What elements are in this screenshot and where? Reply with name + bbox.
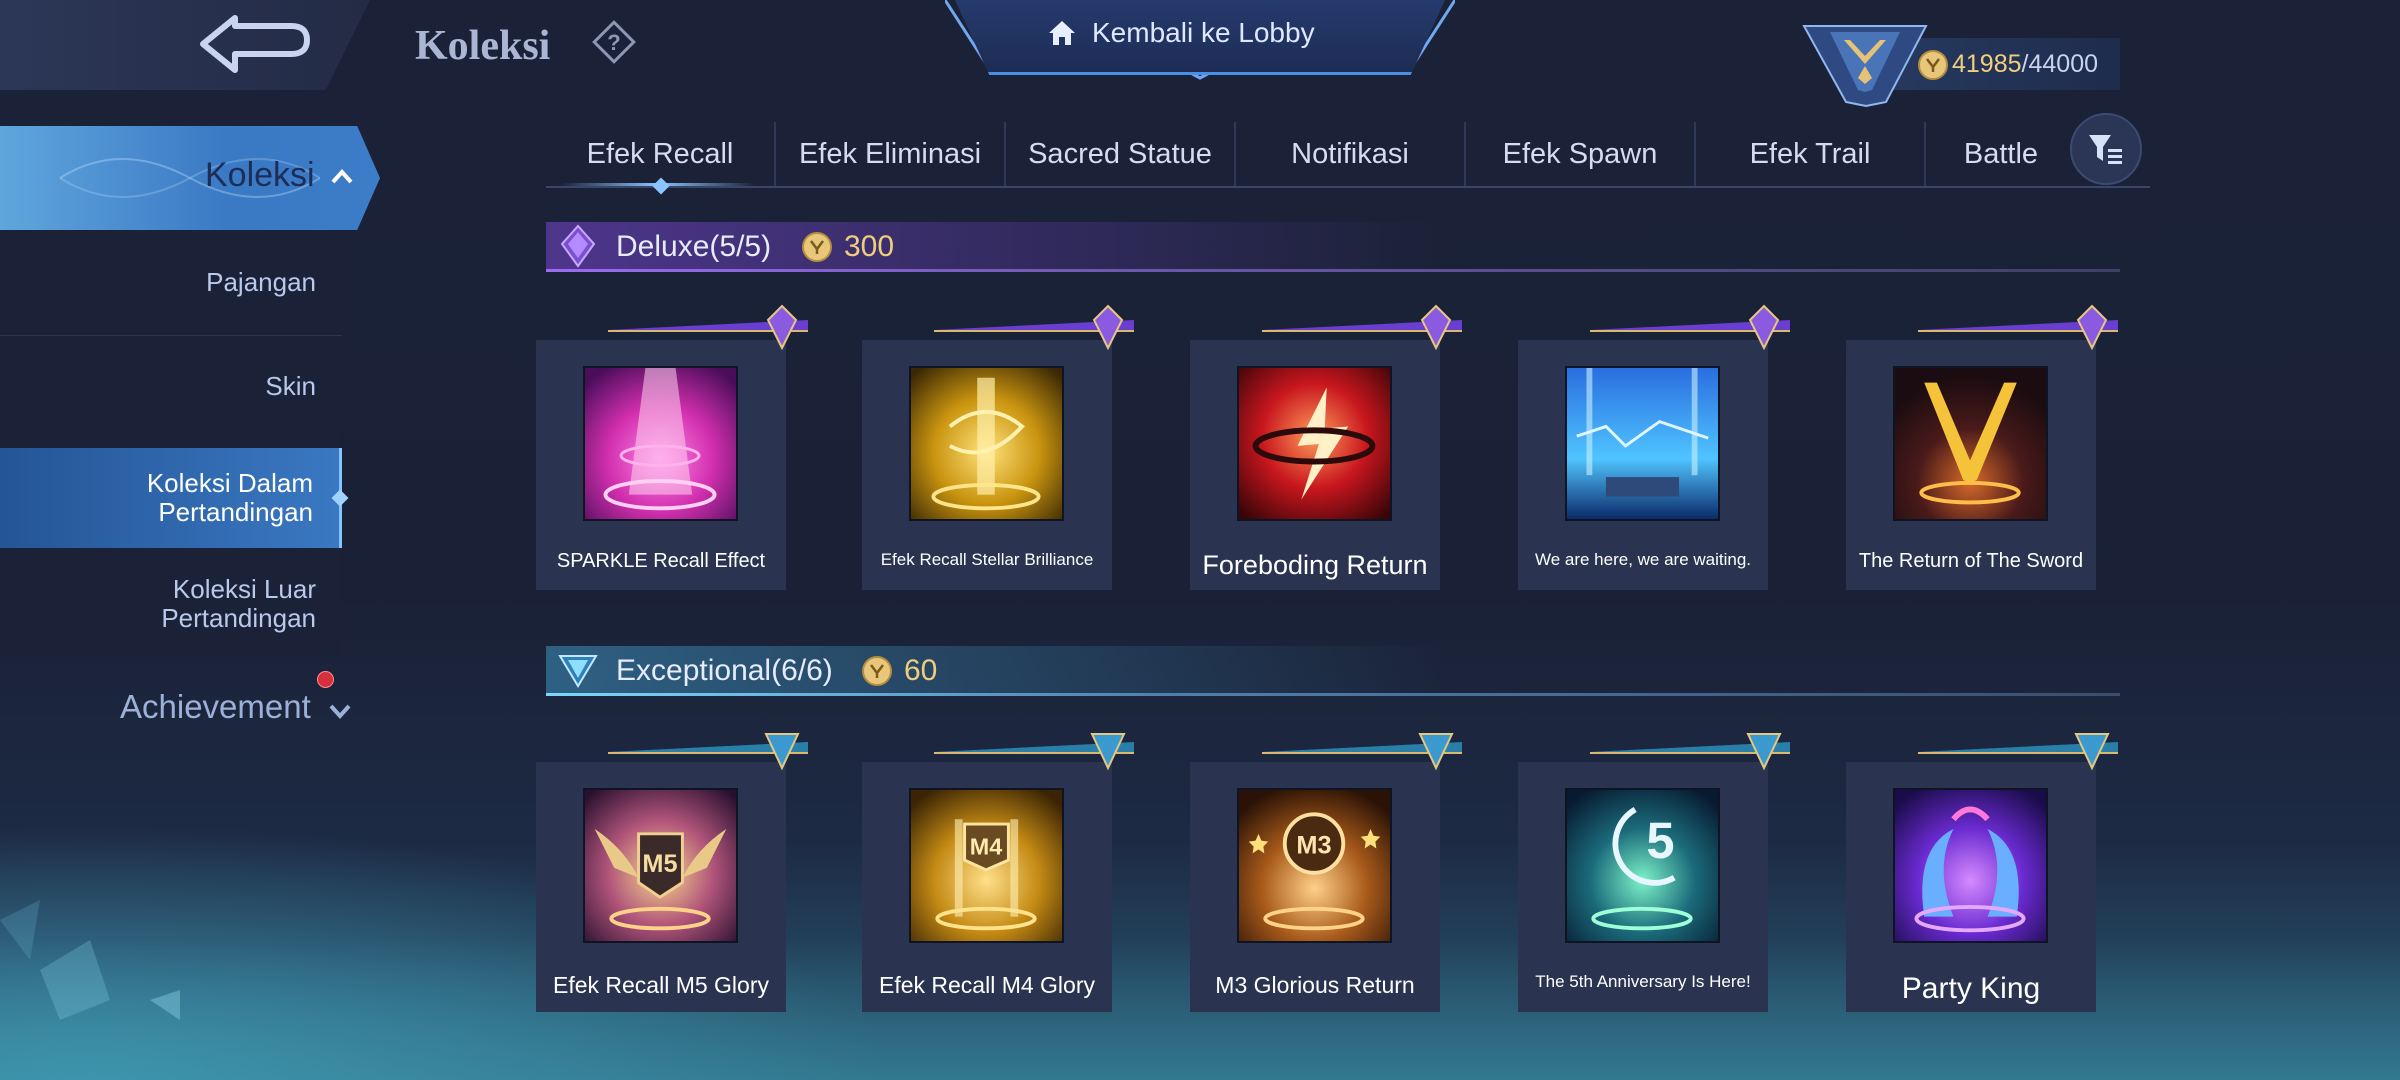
top-bar: Koleksi ? Kembali ke Lobby 41985/44000 <box>0 0 2400 108</box>
svg-text:M5: M5 <box>642 850 677 878</box>
stellar-brilliance-image <box>909 366 1064 521</box>
m4-glory-image: M4 <box>909 788 1064 943</box>
party-king-image <box>1893 788 2048 943</box>
5th-anniversary-image: 5 <box>1565 788 1720 943</box>
section-price: 300 <box>844 230 895 263</box>
currency-amount: 41985/44000 <box>1952 50 2098 78</box>
card-name: Foreboding Return <box>1202 550 1428 580</box>
section-header-bar <box>546 693 2120 696</box>
deluxe-badge-icon <box>1748 304 1780 350</box>
coin-icon <box>862 656 892 686</box>
recall-effect-card[interactable]: M3 M3 Glorious Return <box>1190 733 1462 1012</box>
sidebar-item-label: Skin <box>265 370 316 401</box>
card-name: Party King <box>1901 972 2041 1005</box>
filter-button[interactable] <box>2070 113 2142 185</box>
sidebar-submenu: Pajangan Skin Koleksi Dalam Pertandingan … <box>0 232 342 656</box>
page-title: Koleksi <box>415 23 551 69</box>
deluxe-badge-icon <box>766 304 798 350</box>
chevron-up-icon <box>331 169 353 184</box>
home-icon <box>1049 21 1075 45</box>
exceptional-badge-icon <box>1418 733 1454 771</box>
help-icon[interactable]: ? <box>592 20 636 64</box>
svg-text:M3: M3 <box>1296 831 1331 859</box>
exceptional-badge-icon <box>1746 733 1782 771</box>
sidebar-item-label: Koleksi Dalam Pertandingan <box>146 468 313 527</box>
coin-icon <box>1918 50 1948 80</box>
deluxe-badge-icon <box>1092 304 1124 350</box>
tab-bar: Efek Recall Efek Eliminasi Sacred Statue… <box>546 122 2150 186</box>
sparkle-recall-effect-image <box>583 366 738 521</box>
deluxe-badge-icon <box>1420 304 1452 350</box>
tab-notifikasi[interactable]: Notifikasi <box>1236 122 1464 186</box>
section-price: 60 <box>904 654 938 687</box>
foreboding-return-image <box>1237 366 1392 521</box>
recall-effect-card[interactable]: The Return of The Sword <box>1846 304 2118 590</box>
recall-effect-card[interactable]: M5 Efek Recall M5 Glory <box>536 733 808 1012</box>
recall-effect-card[interactable]: M4 Efek Recall M4 Glory <box>862 733 1134 1012</box>
exceptional-badge-icon <box>764 733 800 771</box>
section-title: Deluxe(5/5) <box>616 230 772 263</box>
recall-effect-card[interactable]: 5 The 5th Anniversary Is Here! <box>1518 733 1790 1012</box>
sidebar-item-pajangan[interactable]: Pajangan <box>0 232 342 332</box>
card-name: SPARKLE Recall Effect <box>556 550 766 572</box>
tab-efek-trail[interactable]: Efek Trail <box>1696 122 1924 186</box>
filter-icon <box>2089 135 2122 164</box>
m3-glorious-return-image: M3 <box>1237 788 1392 943</box>
sidebar-item-koleksi-label[interactable]: Koleksi <box>205 156 315 195</box>
tab-efek-recall[interactable]: Efek Recall <box>546 122 774 186</box>
sidebar-item-achievement[interactable]: Achievement <box>120 688 311 726</box>
card-name: Efek Recall M4 Glory <box>878 972 1095 998</box>
exceptional-badge-icon <box>2074 733 2110 771</box>
section-header-bar <box>546 269 2120 272</box>
sidebar-item-koleksi-dalam-pertandingan[interactable]: Koleksi Dalam Pertandingan <box>0 448 342 548</box>
card-name: Efek Recall Stellar Brilliance <box>880 550 1094 569</box>
we-are-here-image <box>1565 366 1720 521</box>
coin-icon <box>802 232 832 262</box>
tab-efek-spawn[interactable]: Efek Spawn <box>1466 122 1694 186</box>
card-name: The 5th Anniversary Is Here! <box>1535 972 1751 991</box>
chevron-down-icon <box>329 704 351 719</box>
recall-effect-card[interactable]: Foreboding Return <box>1190 304 1462 590</box>
return-of-the-sword-image <box>1893 366 2048 521</box>
tab-bar-line <box>546 186 2150 188</box>
recall-effect-card[interactable]: We are here, we are waiting. <box>1518 304 1790 590</box>
background-shapes <box>0 900 180 1020</box>
sidebar-item-skin[interactable]: Skin <box>0 336 342 436</box>
exceptional-badge-icon <box>1090 733 1126 771</box>
deluxe-badge-icon <box>2076 304 2108 350</box>
section-header-deluxe: Deluxe(5/5) 300 <box>546 222 2120 272</box>
recall-effect-card[interactable]: Party King <box>1846 733 2118 1012</box>
recall-effect-card[interactable]: Efek Recall Stellar Brilliance <box>862 304 1134 590</box>
notification-dot <box>317 671 334 688</box>
m5-glory-image: M5 <box>583 788 738 943</box>
back-to-lobby-label[interactable]: Kembali ke Lobby <box>1092 17 1315 49</box>
sidebar-item-koleksi-luar-pertandingan[interactable]: Koleksi Luar Pertandingan <box>0 554 342 654</box>
card-name: We are here, we are waiting. <box>1534 550 1752 569</box>
rank-emblem-icon <box>1802 25 1928 108</box>
section-title: Exceptional(6/6) <box>616 654 833 687</box>
deluxe-gem-icon <box>560 224 596 268</box>
exceptional-gem-icon <box>558 655 598 688</box>
card-name: The Return of The Sword <box>1858 550 2084 572</box>
card-name: M3 Glorious Return <box>1215 972 1415 998</box>
tab-battle[interactable]: Battle <box>1926 122 2076 186</box>
sidebar-item-label: Pajangan <box>206 266 316 297</box>
recall-effect-card[interactable]: SPARKLE Recall Effect <box>536 304 808 590</box>
tab-efek-eliminasi[interactable]: Efek Eliminasi <box>776 122 1004 186</box>
section-header-exceptional: Exceptional(6/6) 60 <box>546 646 2120 696</box>
svg-text:?: ? <box>607 30 620 55</box>
sidebar-item-label: Koleksi Luar Pertandingan <box>161 574 316 633</box>
tab-sacred-statue[interactable]: Sacred Statue <box>1006 122 1234 186</box>
card-name: Efek Recall M5 Glory <box>552 972 769 998</box>
back-arrow-icon[interactable] <box>195 12 315 76</box>
svg-text:5: 5 <box>1646 812 1674 869</box>
svg-text:M4: M4 <box>970 833 1002 859</box>
